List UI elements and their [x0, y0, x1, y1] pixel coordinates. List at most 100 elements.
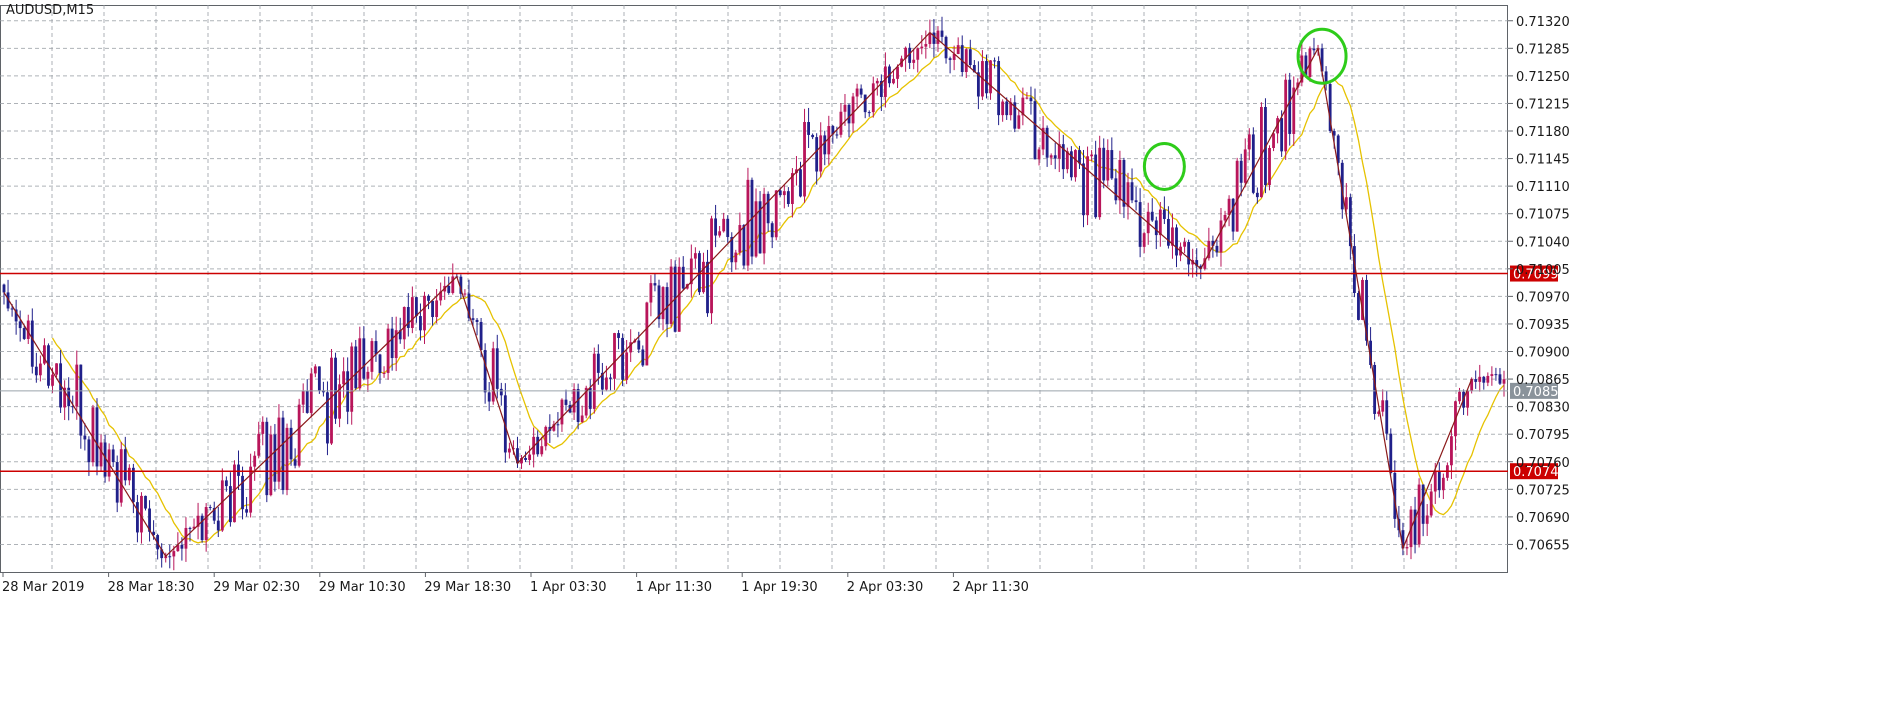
candle-body	[75, 364, 79, 407]
candle-body	[681, 266, 685, 289]
candle-body	[989, 60, 992, 94]
candle-body	[1437, 470, 1441, 491]
candle-body	[637, 340, 641, 350]
candle-body	[770, 223, 774, 238]
candle-body	[334, 357, 337, 419]
candle-body	[1082, 163, 1085, 216]
candle-body	[1466, 390, 1470, 408]
candle-body	[564, 399, 568, 405]
candle-body	[823, 135, 827, 155]
candle-body	[1025, 97, 1029, 99]
candle-body	[346, 371, 350, 412]
candle-body	[883, 66, 887, 97]
candle-body	[79, 364, 83, 436]
candle-body	[237, 464, 240, 476]
candle-body	[273, 434, 277, 482]
candle-body	[693, 253, 697, 259]
symbol-timeframe-label: AUDUSD,M15	[6, 3, 94, 18]
candle-body	[34, 366, 38, 376]
candle-body	[1498, 374, 1502, 384]
candle-body	[556, 424, 560, 426]
candle-body	[447, 285, 451, 293]
candle-body	[297, 404, 301, 466]
candle-body	[613, 333, 616, 379]
candle-body	[172, 551, 176, 557]
candle-body	[920, 46, 924, 49]
candle-body	[1090, 154, 1094, 157]
price-tick-label: 0.71320	[1516, 15, 1570, 30]
price-tick-label: 0.70725	[1516, 483, 1570, 498]
candle-body	[289, 427, 293, 460]
candle-body	[1490, 374, 1494, 376]
candle-body	[734, 252, 738, 263]
candle-body	[1433, 470, 1437, 492]
chart-window[interactable]: 0.70999 0.70748 0.70850 0.71320 0.71285 0.71…	[0, 0, 1896, 716]
candle-body	[1130, 182, 1134, 201]
candle-body	[1158, 209, 1162, 236]
candle-body	[706, 261, 709, 314]
candle-body	[1421, 484, 1425, 524]
price-chart[interactable]: 0.709990.707480.70850 0.71320 0.71285 0.71…	[0, 0, 1896, 716]
candle-body	[229, 486, 232, 523]
candle-body	[528, 454, 532, 460]
candle-body	[544, 426, 548, 447]
price-tick-label: 0.71040	[1516, 235, 1570, 250]
candle-body	[220, 480, 224, 531]
candle-body	[1175, 227, 1178, 256]
price-tick-label: 0.70830	[1516, 401, 1570, 416]
candle-body	[778, 190, 782, 196]
candle-body	[22, 328, 26, 339]
candle-body	[1247, 134, 1251, 150]
price-tick-label: 0.71285	[1516, 42, 1570, 57]
candle-body	[1122, 159, 1126, 207]
time-tick-label: 29 Mar 10:30	[319, 580, 406, 595]
candle-body	[1162, 209, 1166, 219]
candle-body	[111, 449, 115, 463]
candle-body	[378, 354, 382, 374]
candle-body	[702, 261, 705, 293]
price-tick-label: 0.71075	[1516, 208, 1570, 223]
candle-body	[131, 467, 135, 503]
horizontal-levels[interactable]: 0.709990.707480.70850	[0, 265, 1567, 481]
candle-body	[1280, 118, 1284, 152]
candle-body	[1033, 101, 1037, 160]
candle-body	[1288, 79, 1292, 134]
candle-body	[1272, 133, 1275, 148]
time-tick-label: 2 Apr 03:30	[847, 580, 924, 595]
candle-body	[1441, 477, 1445, 491]
candle-body	[495, 348, 499, 389]
price-tick-label: 0.71250	[1516, 70, 1570, 85]
candle-body	[1110, 150, 1114, 179]
candle-body	[596, 353, 600, 373]
candle-body	[1474, 379, 1478, 382]
candle-body	[924, 44, 928, 47]
candle-body	[1138, 202, 1142, 247]
candle-body	[1126, 182, 1130, 207]
candle-body	[87, 439, 91, 463]
candle-body	[410, 297, 414, 328]
candle-body	[390, 328, 394, 359]
candle-body	[871, 83, 875, 113]
candle-body	[843, 104, 847, 112]
candle-body	[609, 377, 612, 379]
candle-body	[677, 266, 681, 332]
candle-body	[168, 556, 172, 558]
candle-body	[1231, 198, 1235, 232]
candle-body	[960, 45, 964, 73]
candle-body	[621, 337, 625, 380]
candle-body	[892, 78, 895, 84]
candle-body	[867, 112, 871, 114]
candle-body	[55, 363, 58, 375]
candle-body	[1074, 150, 1077, 178]
price-tick-label: 0.70760	[1516, 456, 1570, 471]
candle-body	[1150, 211, 1154, 221]
candle-body	[803, 122, 806, 197]
candle-body	[354, 346, 358, 389]
candle-body	[807, 122, 810, 135]
candle-body	[1357, 292, 1360, 320]
candle-body	[208, 507, 212, 509]
candle-body	[479, 321, 483, 351]
candle-body	[560, 399, 564, 425]
candle-body	[463, 293, 467, 295]
candle-body	[475, 319, 479, 322]
